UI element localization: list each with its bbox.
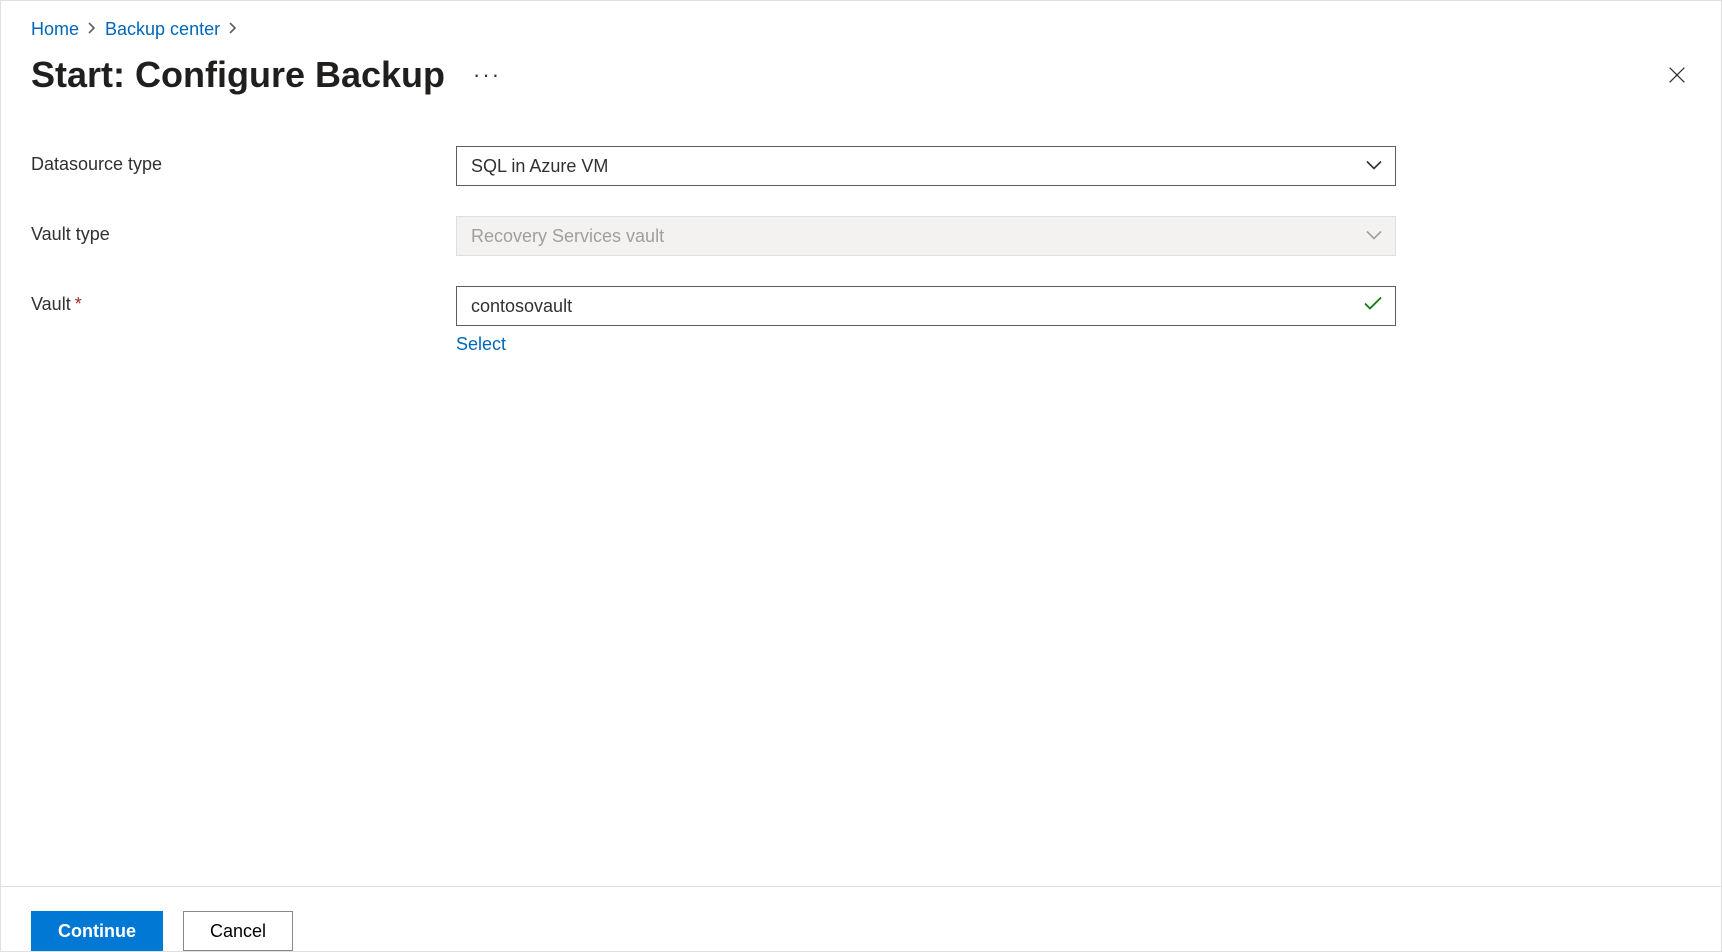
field-datasource-type: Datasource type SQL in Azure VM	[31, 146, 1691, 186]
more-actions-icon[interactable]: ···	[473, 62, 501, 88]
vault-type-select: Recovery Services vault	[456, 216, 1396, 256]
field-vault-type: Vault type Recovery Services vault	[31, 216, 1691, 256]
chevron-down-icon	[1365, 226, 1383, 247]
chevron-right-icon	[87, 21, 97, 38]
breadcrumb-backup-center[interactable]: Backup center	[105, 19, 220, 40]
field-vault: Vault* contosovault Select	[31, 286, 1691, 355]
label-datasource-type: Datasource type	[31, 146, 456, 175]
breadcrumb: Home Backup center	[1, 1, 1721, 50]
chevron-right-icon	[228, 21, 238, 38]
required-indicator: *	[75, 294, 82, 314]
checkmark-icon	[1363, 296, 1383, 317]
label-vault-text: Vault	[31, 294, 71, 314]
vault-type-value: Recovery Services vault	[471, 226, 664, 247]
cancel-button[interactable]: Cancel	[183, 911, 293, 951]
close-button[interactable]	[1663, 61, 1691, 89]
footer: Continue Cancel	[1, 886, 1721, 951]
page-header: Start: Configure Backup ···	[1, 50, 1721, 126]
close-icon	[1666, 64, 1688, 86]
datasource-type-value: SQL in Azure VM	[471, 156, 608, 177]
vault-input[interactable]: contosovault	[456, 286, 1396, 326]
label-vault: Vault*	[31, 286, 456, 315]
chevron-down-icon	[1365, 156, 1383, 177]
continue-button[interactable]: Continue	[31, 911, 163, 951]
breadcrumb-home[interactable]: Home	[31, 19, 79, 40]
label-vault-type: Vault type	[31, 216, 456, 245]
form-area: Datasource type SQL in Azure VM Vault ty…	[1, 126, 1721, 886]
datasource-type-select[interactable]: SQL in Azure VM	[456, 146, 1396, 186]
page-title: Start: Configure Backup	[31, 54, 445, 96]
vault-select-link[interactable]: Select	[456, 334, 506, 355]
vault-value: contosovault	[471, 296, 572, 317]
